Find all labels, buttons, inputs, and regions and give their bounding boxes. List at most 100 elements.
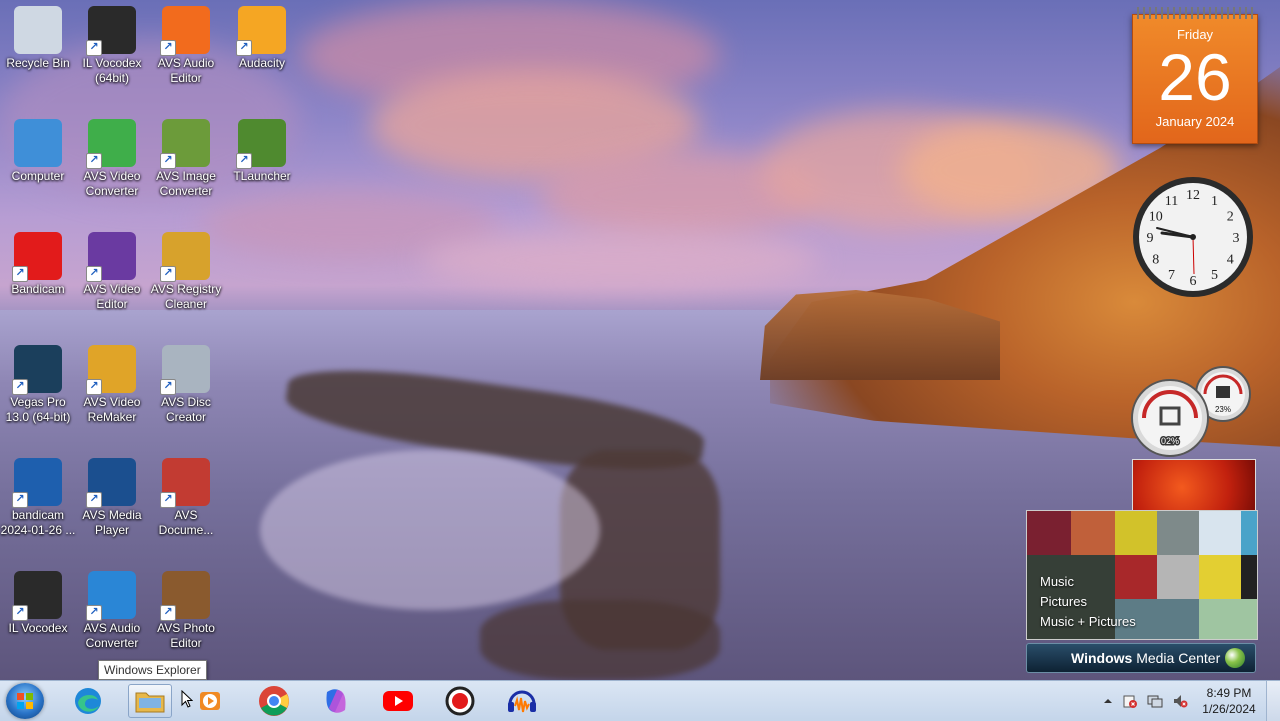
desktop-icon-label: AVS Video Editor: [83, 282, 141, 311]
il-vocodex-icon: ↗: [86, 6, 136, 56]
audacity-icon: ↗: [236, 6, 286, 56]
desktop-icon-label: AVS Video ReMaker: [83, 395, 141, 424]
start-button[interactable]: [6, 683, 44, 719]
desktop-icon-label: Audacity: [238, 56, 286, 70]
media-center-bar[interactable]: Windows Media Center: [1026, 643, 1256, 673]
copilot-icon: [326, 689, 346, 713]
taskbar-chrome-button[interactable]: [252, 684, 296, 718]
show-desktop-button[interactable]: [1266, 681, 1280, 721]
shortcut-arrow-icon: ↗: [86, 379, 102, 395]
shortcut-arrow-icon: ↗: [86, 266, 102, 282]
desktop-icon-label: Vegas Pro 13.0 (64-bit): [5, 395, 71, 424]
desktop-icon-label: TLauncher: [233, 169, 291, 183]
computer-icon: [14, 119, 62, 167]
desktop-icon[interactable]: ↗ AVS Video ReMaker: [74, 339, 150, 439]
desktop-icon-label: Bandicam: [11, 282, 65, 296]
desktop-icon[interactable]: ↗ Audacity: [224, 0, 300, 100]
show-hidden-icons-icon[interactable]: [1100, 693, 1116, 709]
media-player-icon: [200, 692, 220, 710]
media-center-title: Windows Media Center: [1071, 650, 1221, 666]
desktop-icon[interactable]: ↗ IL Vocodex: [0, 565, 76, 665]
volume-muted-icon[interactable]: [1172, 693, 1188, 709]
desktop-icon-label: AVS Audio Converter: [83, 621, 141, 650]
desktop-icon[interactable]: ↗ AVS Media Player: [74, 452, 150, 552]
media-center-gadget[interactable]: Music Pictures Music + Pictures Windows …: [1026, 510, 1258, 680]
avs-video-remaker-icon: ↗: [86, 345, 136, 395]
taskbar-edge-button[interactable]: [66, 684, 110, 718]
shortcut-arrow-icon: ↗: [86, 153, 102, 169]
desktop-icon[interactable]: ↗ AVS Registry Cleaner: [148, 226, 224, 326]
media-center-pictures[interactable]: Pictures: [1040, 592, 1136, 612]
desktop-icon[interactable]: ↗ Bandicam: [0, 226, 76, 326]
clock-number: 3: [1233, 231, 1240, 246]
desktop-icon[interactable]: ↗ bandicam 2024-01-26 ...: [0, 452, 76, 552]
bandicam-icon: [445, 686, 475, 716]
audacity-icon: [508, 690, 536, 713]
cpu-meter-gadget[interactable]: 23% 02%: [1130, 366, 1256, 458]
shortcut-arrow-icon: ↗: [160, 40, 176, 56]
desktop-icon-label: AVS Docume...: [158, 508, 214, 537]
desktop-icon[interactable]: ↗ AVS Docume...: [148, 452, 224, 552]
clock-number: 12: [1186, 188, 1200, 203]
desktop-icon-label: IL Vocodex (64bit): [82, 56, 142, 85]
calendar-gadget[interactable]: Friday 26 January 2024: [1132, 7, 1258, 144]
desktop-icon-label: AVS Registry Cleaner: [150, 282, 222, 311]
shortcut-arrow-icon: ↗: [160, 379, 176, 395]
video-file-icon: ↗: [12, 458, 62, 508]
taskbar-copilot-button[interactable]: [314, 684, 358, 718]
clock-number: 7: [1168, 268, 1175, 283]
taskbar-audacity-button[interactable]: [500, 684, 544, 718]
desktop-icon[interactable]: ↗ AVS Image Converter: [148, 113, 224, 213]
desktop-icon[interactable]: ↗ AVS Disc Creator: [148, 339, 224, 439]
desktop-icon[interactable]: Computer: [0, 113, 76, 213]
taskbar-windows-explorer-button[interactable]: [128, 684, 172, 718]
desktop-icon[interactable]: Recycle Bin: [0, 0, 76, 100]
taskbar-bandicam-button[interactable]: [438, 684, 482, 718]
folder-icon: [135, 692, 165, 713]
avs-registry-cleaner-icon: ↗: [160, 232, 210, 282]
desktop-icon[interactable]: ↗ AVS Audio Converter: [74, 565, 150, 665]
taskbar-media-player-button[interactable]: [190, 684, 230, 718]
desktop-icon-label: AVS Media Player: [82, 508, 142, 537]
youtube-icon: [383, 691, 413, 711]
desktop-icon[interactable]: ↗ TLauncher: [224, 113, 300, 213]
desktop-icon[interactable]: ↗ Vegas Pro 13.0 (64-bit): [0, 339, 76, 439]
slideshow-gadget[interactable]: [1132, 459, 1256, 516]
desktop-icon[interactable]: ↗ AVS Audio Editor: [148, 0, 224, 100]
taskbar-clock[interactable]: 8:49 PM 1/26/2024: [1196, 685, 1262, 717]
shortcut-arrow-icon: ↗: [160, 492, 176, 508]
chrome-icon: [259, 686, 289, 716]
avs-document-converter-icon: ↗: [160, 458, 210, 508]
calendar-month-year: January 2024: [1155, 114, 1235, 129]
taskbar-tooltip: Windows Explorer: [98, 660, 207, 680]
media-center-orb-icon: [1225, 648, 1245, 668]
desktop-icon-label: AVS Photo Editor: [157, 621, 215, 650]
desktop-icon-label: bandicam 2024-01-26 ...: [0, 508, 76, 537]
desktop-icon[interactable]: ↗ AVS Video Converter: [74, 113, 150, 213]
clock-number: 11: [1165, 194, 1178, 209]
avs-media-player-icon: ↗: [86, 458, 136, 508]
cpu-usage-readout: 02%: [1161, 436, 1179, 446]
desktop-icon[interactable]: ↗ IL Vocodex (64bit): [74, 0, 150, 100]
avs-video-editor-icon: ↗: [86, 232, 136, 282]
clock-gadget[interactable]: 12 12 3 45678 9 1011: [1132, 176, 1254, 298]
clock-number: 8: [1152, 253, 1159, 268]
network-icon[interactable]: [1147, 693, 1163, 709]
clock-number: 5: [1211, 268, 1218, 283]
media-center-music-pictures[interactable]: Music + Pictures: [1040, 612, 1136, 632]
shortcut-arrow-icon: ↗: [12, 605, 28, 621]
desktop-icon-label: AVS Disc Creator: [161, 395, 211, 424]
clock-number: 6: [1190, 274, 1197, 289]
desktop-icon[interactable]: ↗ AVS Photo Editor: [148, 565, 224, 665]
taskbar-youtube-button[interactable]: [376, 684, 420, 718]
clock-number: 1: [1211, 194, 1218, 209]
media-center-music[interactable]: Music: [1040, 572, 1136, 592]
action-center-icon[interactable]: [1122, 693, 1138, 709]
desktop-icon-label: IL Vocodex: [8, 621, 68, 635]
bandicam-icon: ↗: [12, 232, 62, 282]
clock-number: 4: [1227, 253, 1234, 268]
avs-audio-converter-icon: ↗: [86, 571, 136, 621]
shortcut-arrow-icon: ↗: [236, 40, 252, 56]
desktop-icon[interactable]: ↗ AVS Video Editor: [74, 226, 150, 326]
shortcut-arrow-icon: ↗: [86, 605, 102, 621]
